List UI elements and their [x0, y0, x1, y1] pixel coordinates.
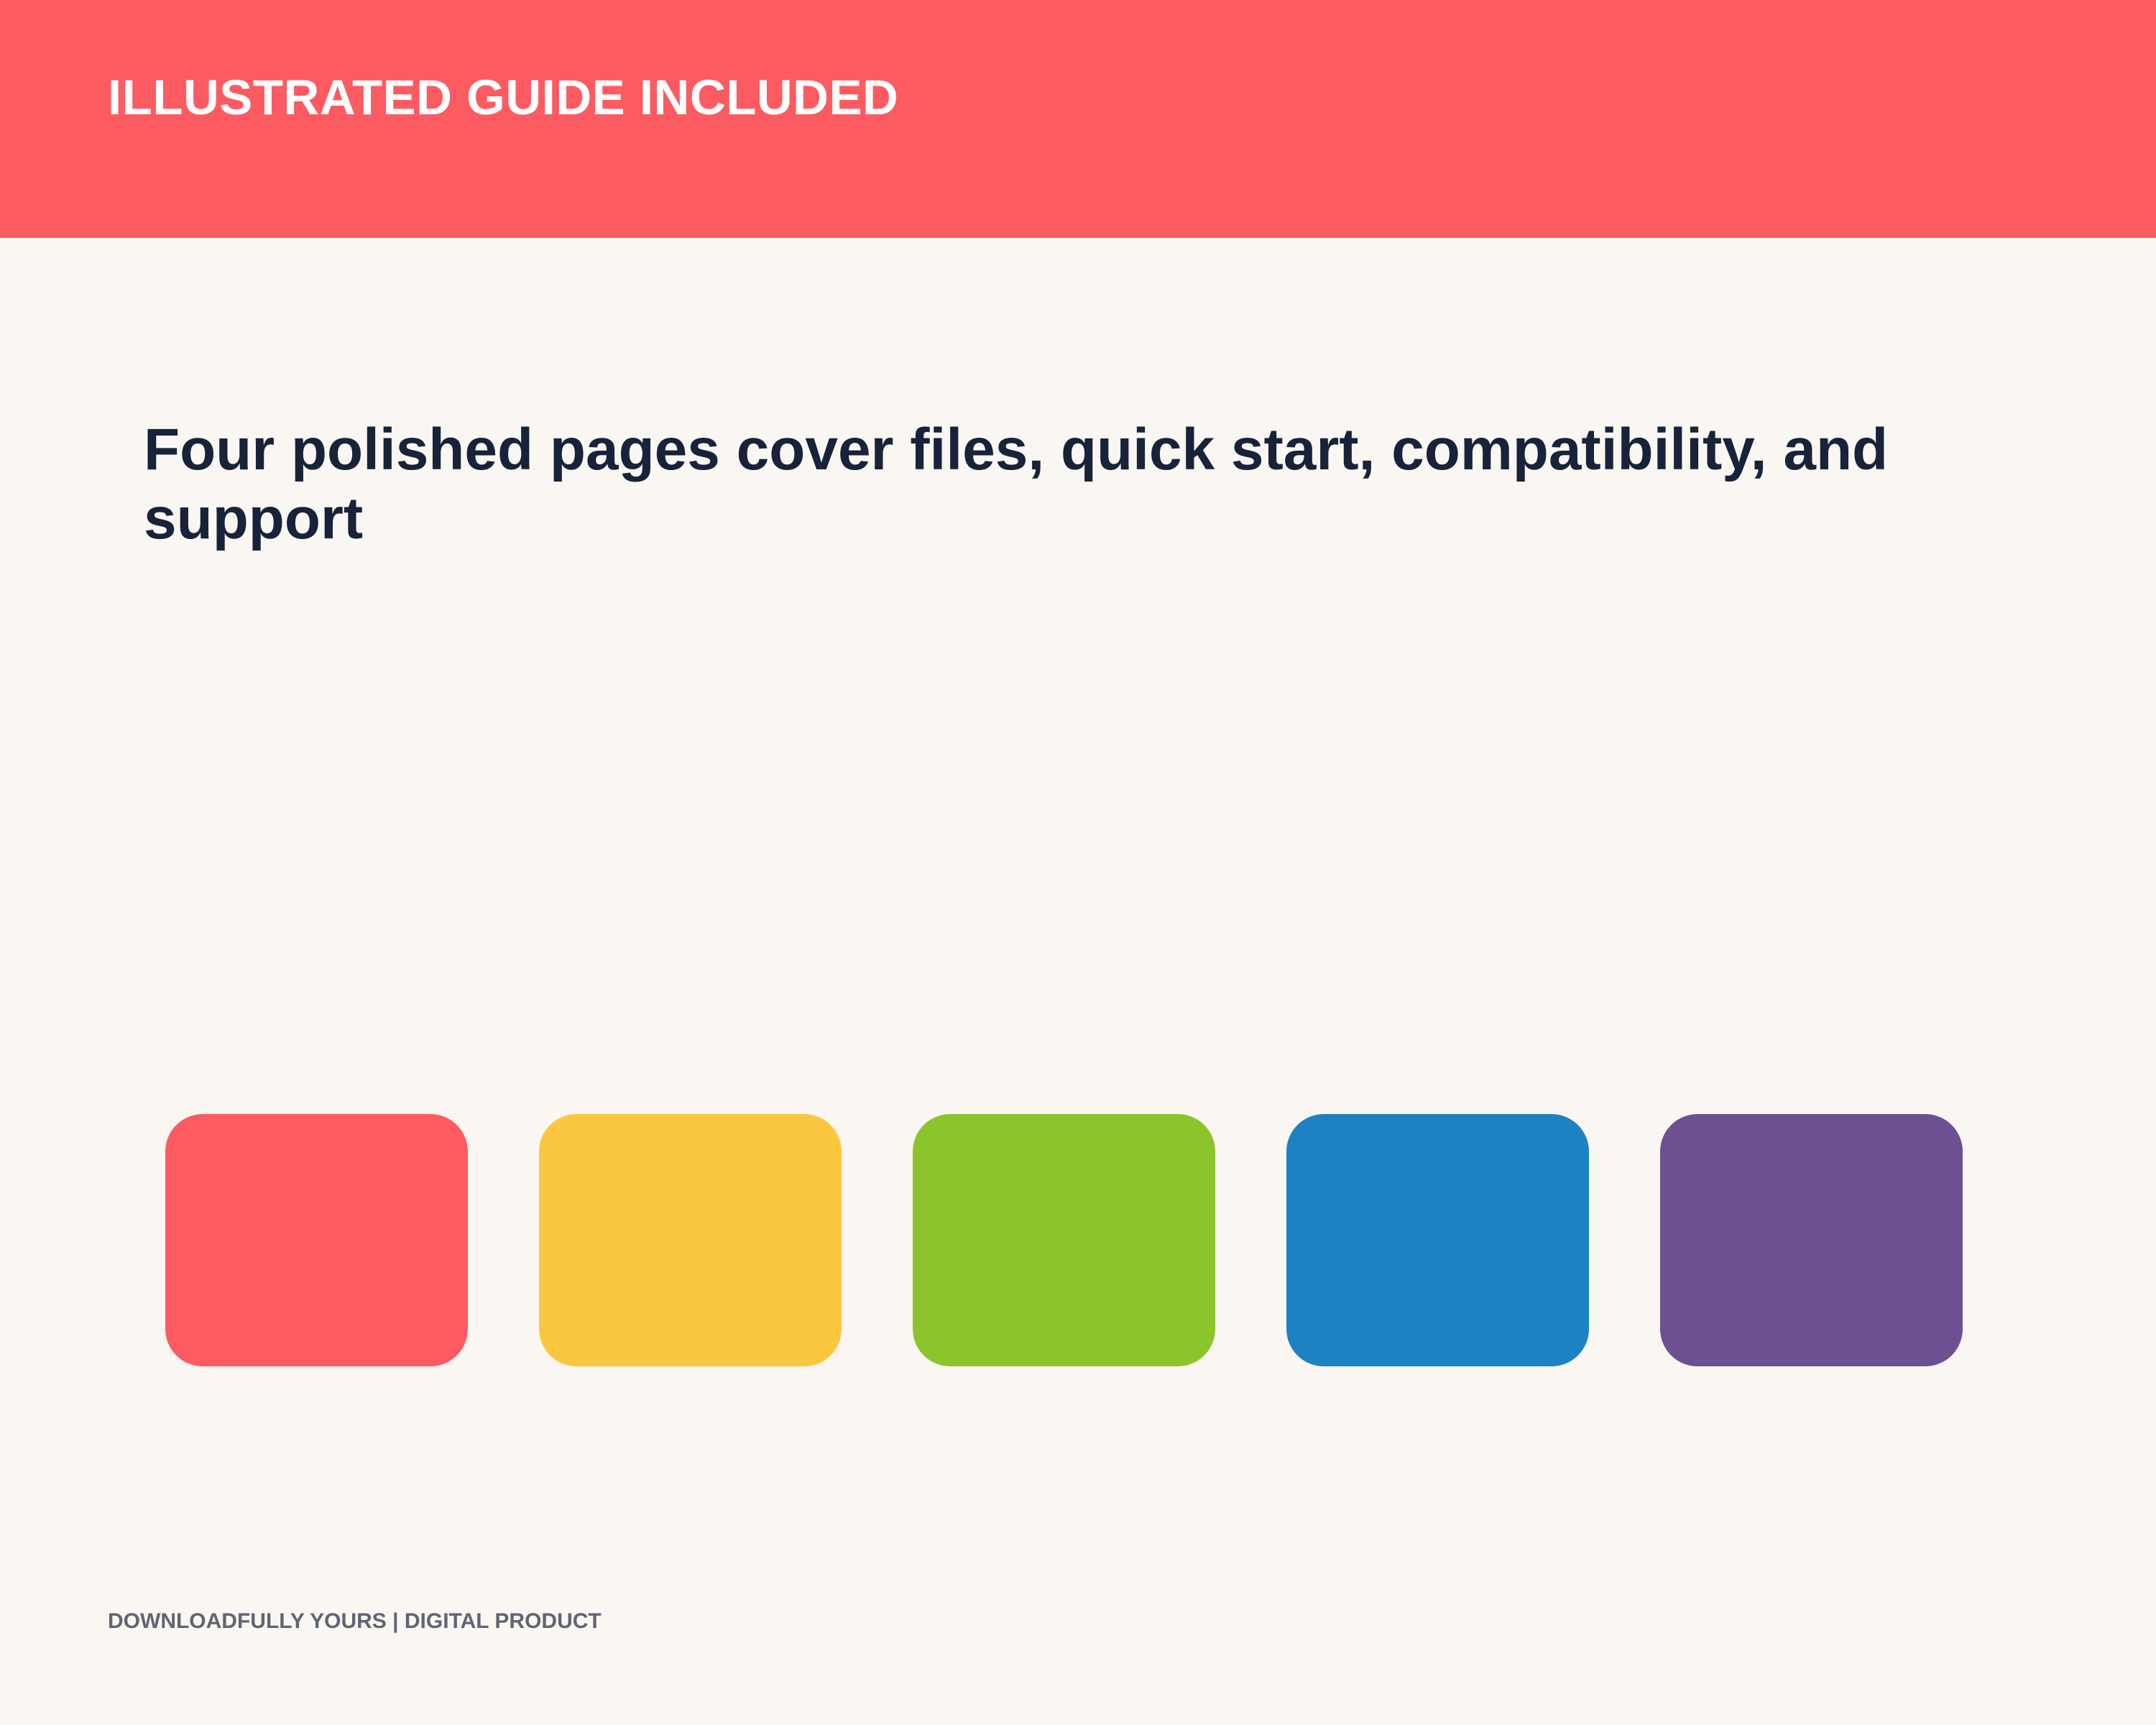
- color-swatch-red: [165, 1114, 468, 1366]
- banner-title: ILLUSTRATED GUIDE INCLUDED: [108, 70, 899, 125]
- footer-brand-text: DOWNLOADFULLY YOURS | DIGITAL PRODUCT: [108, 1609, 602, 1633]
- color-swatch-blue: [1286, 1114, 1589, 1366]
- headline: Four polished pages cover files, quick s…: [144, 417, 1889, 551]
- color-swatch-green: [913, 1114, 1215, 1366]
- color-swatch-purple: [1660, 1114, 1963, 1366]
- color-swatch-yellow: [539, 1114, 842, 1366]
- top-banner: ILLUSTRATED GUIDE INCLUDED: [0, 0, 2156, 238]
